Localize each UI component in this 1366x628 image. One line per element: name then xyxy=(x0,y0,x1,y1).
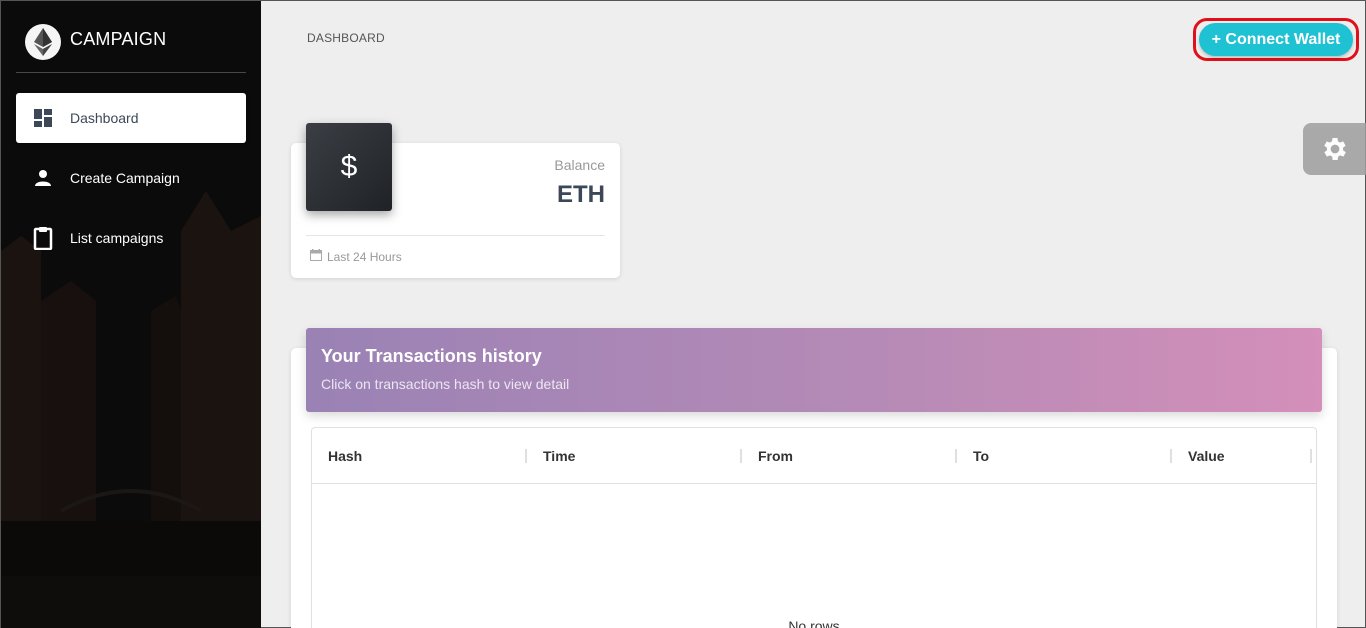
dashboard-icon xyxy=(32,107,54,129)
sidebar: CAMPAIGN Dashboard Create Campaign List … xyxy=(1,1,261,628)
sidebar-item-label: Dashboard xyxy=(70,110,139,126)
person-icon xyxy=(32,167,54,189)
sidebar-item-label: Create Campaign xyxy=(70,170,180,186)
table-header-row: Hash Time From To Value xyxy=(312,428,1316,484)
column-header-from[interactable]: From xyxy=(742,428,957,484)
sidebar-item-dashboard[interactable]: Dashboard xyxy=(16,93,246,143)
balance-footer: Last 24 Hours xyxy=(310,249,402,264)
brand-title: CAMPAIGN xyxy=(70,29,167,49)
balance-value: ETH xyxy=(557,181,605,208)
column-header-hash[interactable]: Hash xyxy=(312,428,527,484)
dollar-icon: $ xyxy=(306,123,392,211)
ethereum-icon xyxy=(25,24,61,60)
sidebar-item-list-campaigns[interactable]: List campaigns xyxy=(16,213,246,263)
brand[interactable]: CAMPAIGN xyxy=(16,19,246,73)
column-header-time[interactable]: Time xyxy=(527,428,742,484)
column-header-to[interactable]: To xyxy=(957,428,1172,484)
transactions-subtitle: Click on transactions hash to view detai… xyxy=(321,376,570,392)
calendar-icon xyxy=(310,249,322,264)
transactions-table: Hash Time From To Value No rows xyxy=(311,427,1317,628)
sidebar-item-label: List campaigns xyxy=(70,230,164,246)
settings-toggle[interactable] xyxy=(1303,123,1366,175)
transactions-header: Your Transactions history Click on trans… xyxy=(306,328,1322,412)
clipboard-icon xyxy=(32,227,54,250)
column-header-value[interactable]: Value xyxy=(1172,428,1312,484)
transactions-title: Your Transactions history xyxy=(321,346,542,366)
balance-label: Balance xyxy=(554,157,605,173)
divider xyxy=(306,235,605,236)
sidebar-item-create-campaign[interactable]: Create Campaign xyxy=(16,153,246,203)
empty-rows-message: No rows xyxy=(788,618,840,628)
gear-icon xyxy=(1324,138,1346,160)
connect-wallet-highlight: + Connect Wallet xyxy=(1193,18,1359,61)
connect-wallet-button[interactable]: + Connect Wallet xyxy=(1199,23,1353,56)
breadcrumb[interactable]: DASHBOARD xyxy=(307,31,385,45)
balance-footer-text: Last 24 Hours xyxy=(327,249,402,264)
